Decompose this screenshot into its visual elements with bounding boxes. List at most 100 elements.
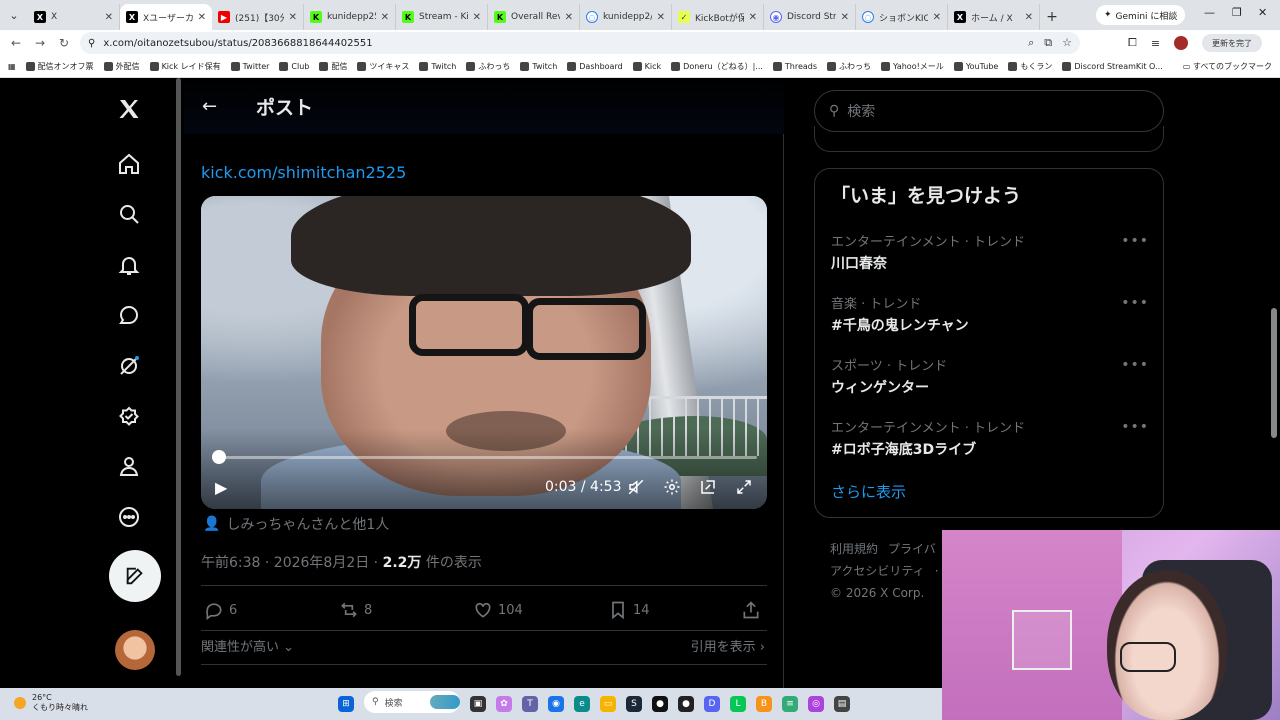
close-tab-icon[interactable]: ✕ [933, 12, 941, 23]
bookmark-item[interactable]: Twitch [419, 61, 456, 72]
messages-icon[interactable] [116, 302, 142, 328]
forward-button[interactable]: → [28, 36, 52, 50]
left-scrollbar[interactable] [176, 78, 181, 676]
verified-icon[interactable] [116, 403, 142, 429]
browser-tab[interactable]: X ホーム / X ✕ [948, 4, 1040, 30]
zoom-icon[interactable]: ⌕ [1028, 36, 1034, 50]
line-icon[interactable]: L [730, 695, 746, 712]
show-more-link[interactable]: さらに表示 [831, 481, 906, 502]
bookmark-item[interactable]: Twitter [230, 61, 269, 72]
bookmark-item[interactable]: ふわっち [466, 61, 510, 72]
minimize-button[interactable]: — [1204, 6, 1215, 19]
bookmark-item[interactable]: ツイキャス [357, 61, 409, 72]
back-button[interactable]: ← [4, 36, 28, 50]
edge-icon[interactable]: e [574, 695, 590, 712]
close-tab-icon[interactable]: ✕ [657, 12, 665, 23]
reload-button[interactable]: ↻ [52, 36, 76, 50]
more-options-icon[interactable]: ••• [1121, 419, 1149, 435]
maximize-button[interactable]: ❐ [1232, 6, 1242, 19]
more-options-icon[interactable]: ••• [1121, 295, 1149, 311]
video-player[interactable]: ▶ 0:03 / 4:53 [201, 196, 767, 509]
bookmark-item[interactable]: YouTube [953, 61, 998, 72]
trend-item[interactable]: 音楽 · トレンド #千鳥の鬼レンチャン ••• [831, 293, 1149, 337]
close-tab-icon[interactable]: ✕ [749, 12, 757, 23]
close-tab-icon[interactable]: ✕ [473, 12, 481, 23]
browser-tab[interactable]: K Stream - Kic ✕ [396, 4, 488, 30]
bookmark-item[interactable]: ふわっち [827, 61, 871, 72]
weather-widget[interactable]: 26°C くもり時々晴れ [14, 693, 88, 713]
notifications-icon[interactable] [116, 252, 142, 278]
close-tab-icon[interactable]: ✕ [565, 12, 573, 23]
profile-avatar[interactable] [1174, 36, 1189, 50]
repost-button[interactable]: 8 [339, 600, 372, 620]
bookmark-item[interactable]: Club [279, 61, 309, 72]
discord-icon[interactable]: D [704, 695, 720, 712]
gemini-button[interactable]: ✦ Gemini に相談 [1096, 5, 1186, 25]
extensions-icon[interactable]: ⧠ [1128, 36, 1137, 50]
browser-tab[interactable]: ◉ Discord Stre ✕ [764, 4, 856, 30]
reply-sort-dropdown[interactable]: 関連性が高い ⌄ [201, 636, 294, 655]
close-tab-icon[interactable]: ✕ [289, 12, 297, 23]
task-view-icon[interactable]: ▣ [470, 695, 486, 712]
all-bookmarks[interactable]: ▭ すべてのブックマーク [1183, 61, 1272, 72]
video-progress-bar[interactable] [211, 450, 757, 464]
bookmark-item[interactable]: Twitch [520, 61, 557, 72]
teams-icon[interactable]: T [522, 695, 538, 712]
close-tab-icon[interactable]: ✕ [841, 12, 849, 23]
coin-icon[interactable]: B [756, 695, 772, 712]
url-text[interactable]: x.com/oitanozetsubou/status/208366881864… [103, 38, 372, 49]
site-info-icon[interactable]: ⚲ [88, 38, 95, 49]
file-explorer-icon[interactable]: ▭ [600, 695, 616, 712]
obs-icon[interactable]: ● [652, 695, 668, 712]
trend-item[interactable]: スポーツ · トレンド ウィンゲンター ••• [831, 355, 1149, 399]
trend-item[interactable]: エンターテインメント · トレンド #ロボ子海底3Dライブ ••• [831, 417, 1149, 461]
steam-icon[interactable]: S [626, 695, 642, 712]
x-logo-icon[interactable] [116, 96, 142, 122]
bookmark-item[interactable]: 外配信 [103, 61, 140, 72]
bookmark-item[interactable]: Discord StreamKit O... [1062, 61, 1163, 72]
bookmark-item[interactable]: Kick [632, 61, 661, 72]
apps-icon[interactable]: ▦ [8, 62, 16, 71]
install-icon[interactable]: ⧉ [1044, 36, 1052, 50]
bookmark-item[interactable]: Doneru（どねる）|... [671, 61, 763, 72]
notes-icon[interactable]: ≡ [782, 695, 798, 712]
start-icon[interactable]: ⊞ [338, 695, 354, 712]
browser-tab[interactable]: Kkunidepp25 ✕ [304, 4, 396, 30]
omnibox[interactable]: ⚲ x.com/oitanozetsubou/status/2083668818… [80, 32, 1080, 54]
more-options-icon[interactable]: ••• [1121, 357, 1149, 373]
share-button[interactable] [741, 600, 761, 620]
right-scrollbar[interactable] [1271, 308, 1277, 438]
tab-list-dropdown[interactable]: ⌄ [0, 0, 28, 30]
app-icon-3[interactable]: ▤ [834, 695, 850, 712]
bookmark-star-icon[interactable]: ☆ [1062, 36, 1072, 50]
close-tab-icon[interactable]: ✕ [105, 12, 113, 23]
video-progress-knob[interactable] [211, 450, 226, 464]
bookmark-item[interactable]: Yahoo!メール [881, 61, 944, 72]
bookmark-item[interactable]: Dashboard [567, 61, 623, 72]
menu-icon[interactable]: ⋮ [1276, 37, 1280, 50]
more-options-icon[interactable]: ••• [1121, 233, 1149, 249]
copilot-icon[interactable]: ✿ [496, 695, 512, 712]
bookmark-item[interactable]: もくラン [1008, 61, 1052, 72]
browser-tab[interactable]: ▶ (251)【30分】 ✕ [212, 4, 304, 30]
taskbar-search[interactable]: ⚲ 検索 [364, 691, 460, 713]
mute-icon[interactable] [625, 476, 647, 498]
home-icon[interactable] [116, 151, 142, 177]
bookmark-button[interactable]: 14 [608, 600, 650, 620]
close-tab-icon[interactable]: ✕ [198, 12, 206, 23]
tagged-users[interactable]: 👤 しみっちゃんさんと他1人 [203, 514, 389, 534]
browser-tab[interactable]: ◌ kunidepp2/ ✕ [580, 4, 672, 30]
reply-button[interactable]: 6 [204, 600, 237, 620]
more-icon[interactable] [116, 504, 142, 530]
terms-link[interactable]: 利用規約 [830, 542, 878, 556]
like-button[interactable]: 104 [473, 600, 523, 620]
account-avatar[interactable] [115, 630, 155, 670]
view-quotes-link[interactable]: 引用を表示 › [691, 636, 765, 655]
reading-list-icon[interactable]: ≡ [1151, 37, 1160, 50]
app-icon[interactable]: ● [678, 695, 694, 712]
post-timestamp[interactable]: 午前6:38 · 2026年8月2日 · [201, 555, 383, 571]
app-icon-2[interactable]: ◎ [808, 695, 824, 712]
back-arrow-icon[interactable]: ← [202, 96, 217, 117]
bookmark-item[interactable]: 配信オンオフ票 [25, 61, 94, 72]
profile-icon[interactable] [116, 453, 142, 479]
